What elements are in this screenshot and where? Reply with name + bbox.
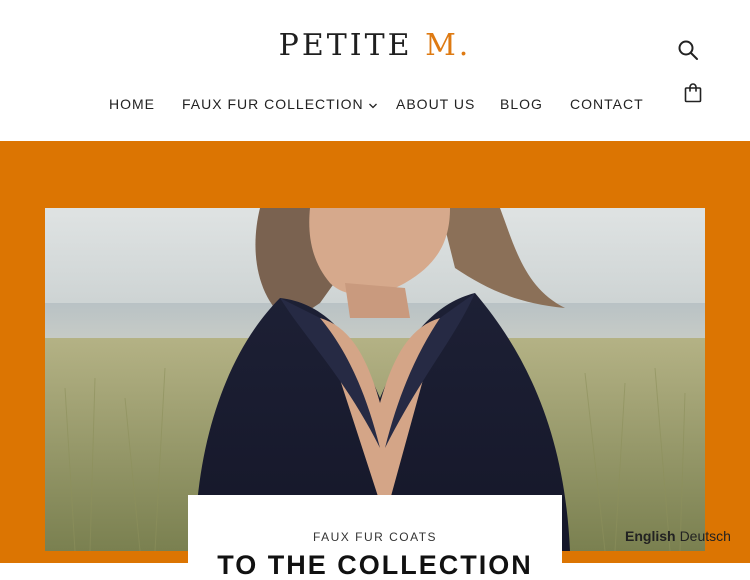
nav-item-home[interactable]: HOME (109, 94, 155, 114)
site-logo[interactable]: PETITE M. (0, 26, 750, 66)
language-english[interactable]: English (625, 528, 676, 544)
nav-item-blog[interactable]: BLOG (500, 94, 543, 114)
site-header: PETITE M. HOME FAUX FUR COLLECTION ABOUT… (0, 0, 750, 141)
nav-item-about-us[interactable]: ABOUT US (396, 94, 475, 114)
language-deutsch[interactable]: Deutsch (680, 528, 731, 544)
search-icon[interactable] (676, 38, 700, 62)
logo-text: PETITE (278, 28, 426, 63)
logo-accent-text: M. (425, 28, 472, 63)
nav-item-faux-fur-collection[interactable]: FAUX FUR COLLECTION (182, 94, 378, 115)
card-subtitle: FAUX FUR COATS (312, 530, 438, 544)
collection-card[interactable]: FAUX FUR COATS TO THE COLLECTION (188, 495, 562, 580)
main-navigation: HOME FAUX FUR COLLECTION ABOUT US BLOG C… (0, 94, 750, 114)
nav-item-contact[interactable]: CONTACT (570, 94, 644, 114)
nav-item-label: FAUX FUR COLLECTION (182, 96, 364, 112)
card-title: TO THE COLLECTION (217, 550, 533, 580)
chevron-down-icon (368, 95, 378, 115)
language-switcher: English Deutsch (625, 528, 731, 544)
